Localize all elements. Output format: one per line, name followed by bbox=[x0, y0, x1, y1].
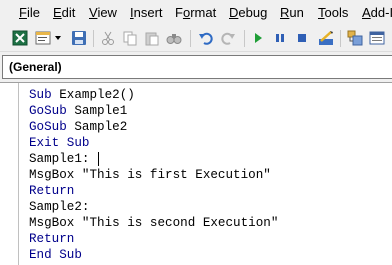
toolbar-separator bbox=[93, 30, 94, 47]
toolbar-separator bbox=[190, 30, 191, 47]
find-icon[interactable] bbox=[165, 29, 183, 47]
paste-icon[interactable] bbox=[143, 29, 161, 47]
code-line[interactable]: Sub Example2() bbox=[29, 87, 135, 103]
project-explorer-icon[interactable] bbox=[346, 29, 364, 47]
code-line[interactable]: MsgBox "This is first Execution" bbox=[29, 167, 271, 183]
menu-run[interactable]: Run bbox=[280, 5, 304, 20]
toolbar-separator bbox=[340, 30, 341, 47]
cut-icon[interactable] bbox=[99, 29, 117, 47]
code-line[interactable]: Sample2: bbox=[29, 199, 89, 215]
menu-tools[interactable]: Tools bbox=[318, 5, 348, 20]
menu-insert[interactable]: Insert bbox=[130, 5, 163, 20]
margin-indicator-bar bbox=[18, 83, 19, 265]
code-window[interactable]: Sub Example2() GoSub Sample1 GoSub Sampl… bbox=[0, 82, 392, 265]
object-dropdown-value: (General) bbox=[9, 60, 62, 74]
menu-edit[interactable]: Edit bbox=[53, 5, 75, 20]
menu-debug[interactable]: Debug bbox=[229, 5, 267, 20]
code-line[interactable]: Sample1: bbox=[29, 151, 89, 167]
code-line[interactable]: GoSub Sample2 bbox=[29, 119, 127, 135]
code-line[interactable]: Exit Sub bbox=[29, 135, 89, 151]
design-mode-icon[interactable] bbox=[317, 29, 335, 47]
menu-format[interactable]: Format bbox=[175, 5, 216, 20]
insert-module-icon[interactable] bbox=[34, 29, 52, 47]
code-line[interactable]: GoSub Sample1 bbox=[29, 103, 127, 119]
menu-file[interactable]: File bbox=[19, 5, 40, 20]
redo-icon[interactable] bbox=[219, 29, 237, 47]
excel-icon[interactable] bbox=[11, 29, 29, 47]
object-dropdown[interactable]: (General) bbox=[2, 55, 392, 79]
toolbar-separator bbox=[244, 30, 245, 47]
undo-icon[interactable] bbox=[197, 29, 215, 47]
properties-icon[interactable] bbox=[368, 29, 386, 47]
object-dropdown-row: (General) bbox=[0, 55, 392, 81]
code-line[interactable]: Return bbox=[29, 231, 74, 247]
copy-icon[interactable] bbox=[121, 29, 139, 47]
code-line[interactable]: End Sub bbox=[29, 247, 82, 263]
save-icon[interactable] bbox=[70, 29, 88, 47]
text-cursor bbox=[98, 152, 99, 166]
standard-toolbar bbox=[0, 26, 392, 52]
reset-icon[interactable] bbox=[293, 29, 311, 47]
run-icon[interactable] bbox=[249, 29, 267, 47]
code-line[interactable]: MsgBox "This is second Execution" bbox=[29, 215, 278, 231]
code-line[interactable]: Return bbox=[29, 183, 74, 199]
menu-view[interactable]: View bbox=[89, 5, 117, 20]
dropdown-arrow-icon[interactable] bbox=[53, 29, 63, 47]
menu-bar: File Edit View Insert Format Debug Run T… bbox=[0, 0, 392, 26]
menu-addins[interactable]: Add-I bbox=[362, 5, 392, 20]
break-icon[interactable] bbox=[271, 29, 289, 47]
